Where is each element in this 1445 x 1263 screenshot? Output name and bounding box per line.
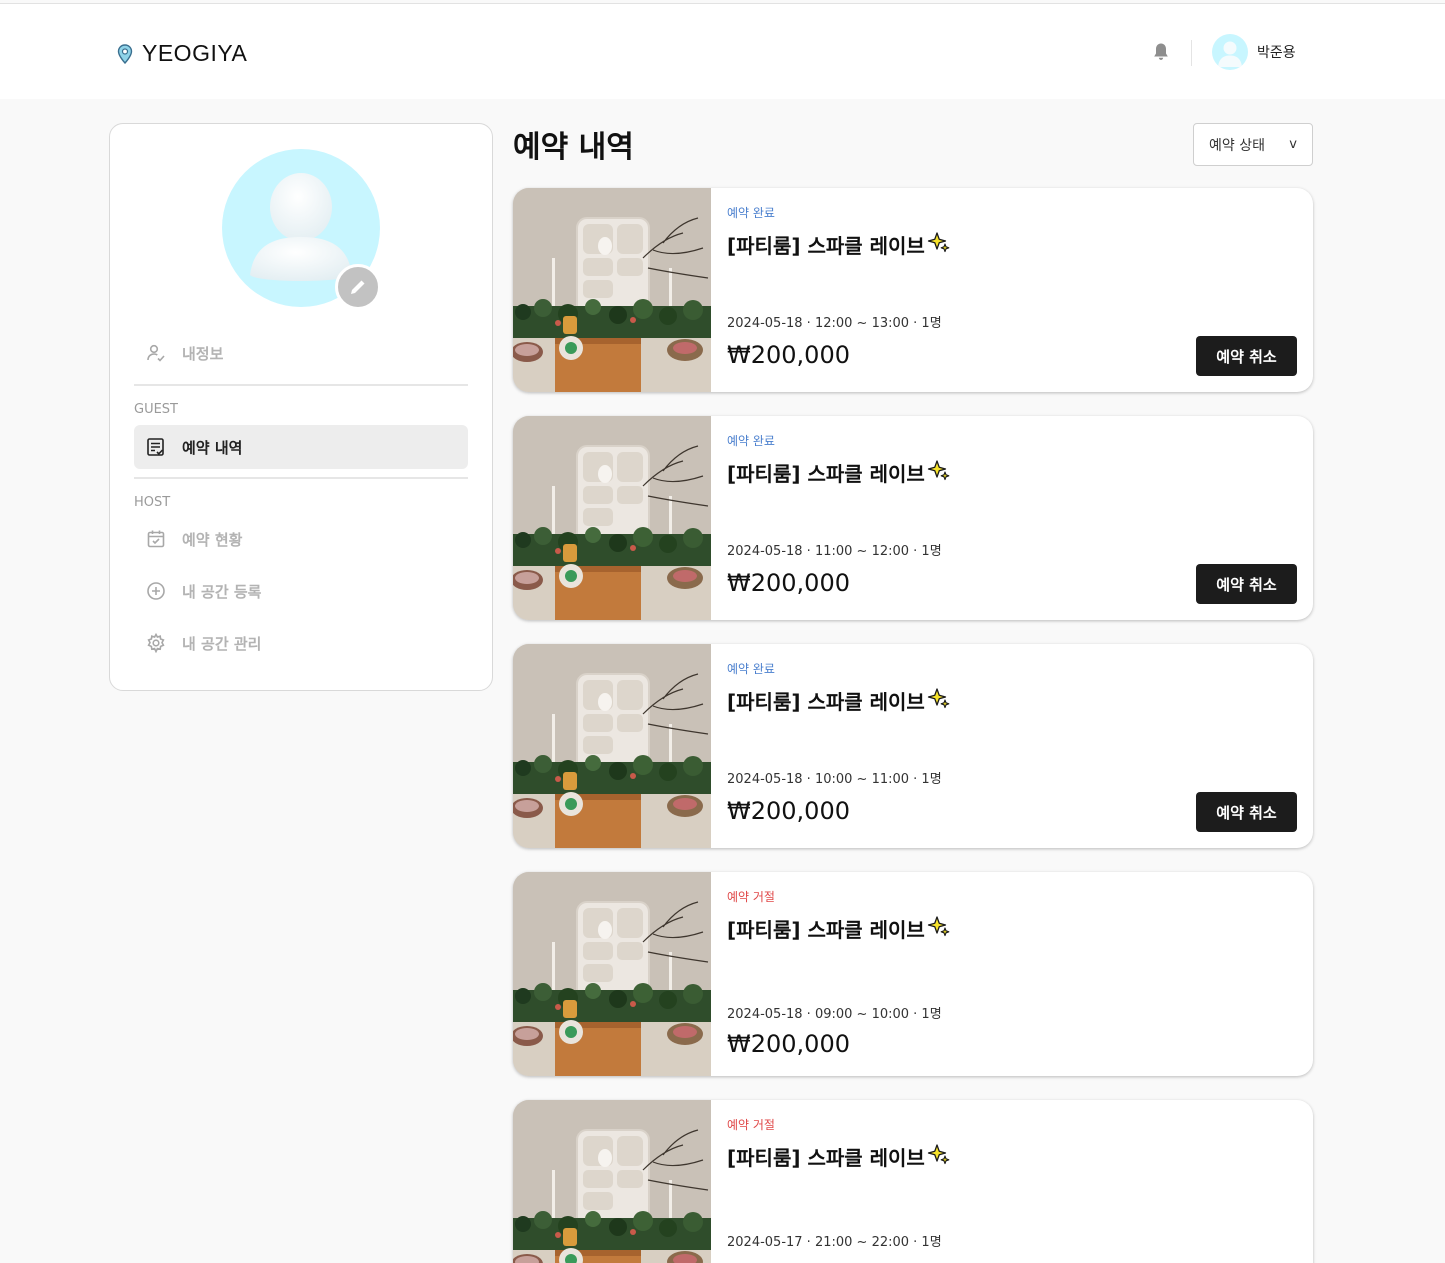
sparkle-icon: [927, 1142, 951, 1171]
calendar-check-icon: [146, 529, 166, 549]
logo[interactable]: YEOGIYA: [117, 40, 247, 67]
section-label-guest: GUEST: [134, 402, 178, 417]
space-thumbnail[interactable]: [513, 188, 711, 392]
user-name: 박준용: [1257, 45, 1296, 61]
edit-avatar-button[interactable]: [335, 264, 381, 310]
reservation-meta: 2024-05-18 · 09:00 ~ 10:00 · 1명: [727, 1007, 942, 1022]
space-title-text: [파티룸] 스파클 레이브: [727, 1146, 925, 1170]
reservation-status-filter[interactable]: 예약 상태 v: [1193, 123, 1313, 166]
sparkle-icon: [927, 230, 951, 259]
cancel-reservation-button[interactable]: 예약 취소: [1196, 564, 1297, 604]
avatar: [1212, 34, 1248, 70]
space-title[interactable]: [파티룸] 스파클 레이브: [727, 230, 951, 259]
page-title: 예약 내역: [513, 130, 634, 165]
reservation-meta: 2024-05-18 · 11:00 ~ 12:00 · 1명: [727, 544, 942, 559]
sidebar-item-reservations[interactable]: 예약 내역: [134, 425, 468, 469]
space-thumbnail[interactable]: [513, 644, 711, 848]
sparkle-icon: [927, 686, 951, 715]
sidebar-item-label: 내 공간 등록: [182, 582, 262, 601]
space-title[interactable]: [파티룸] 스파클 레이브: [727, 458, 951, 487]
reservation-meta: 2024-05-18 · 10:00 ~ 11:00 · 1명: [727, 772, 942, 787]
bell-icon[interactable]: [1152, 42, 1170, 62]
reservation-card[interactable]: 예약 거절 [파티룸] 스파클 레이브 2024-05-18 · 09:00 ~…: [513, 872, 1313, 1076]
space-title-text: [파티룸] 스파클 레이브: [727, 918, 925, 942]
gear-icon: [146, 633, 166, 653]
reservation-price: ₩200,000: [727, 569, 850, 597]
space-title[interactable]: [파티룸] 스파클 레이브: [727, 1142, 951, 1171]
reservation-meta: 2024-05-17 · 21:00 ~ 22:00 · 1명: [727, 1235, 942, 1250]
sparkle-icon: [927, 914, 951, 943]
reservation-card[interactable]: 예약 완료 [파티룸] 스파클 레이브 2024-05-18 · 10:00 ~…: [513, 644, 1313, 848]
sidebar-item-label: 내 공간 관리: [182, 634, 262, 653]
reservation-card[interactable]: 예약 거절 [파티룸] 스파클 레이브 2024-05-17 · 21:00 ~…: [513, 1100, 1313, 1263]
pencil-icon: [351, 280, 365, 294]
space-title-text: [파티룸] 스파클 레이브: [727, 234, 925, 258]
sidebar-divider: [134, 477, 468, 479]
cancel-reservation-button[interactable]: 예약 취소: [1196, 792, 1297, 832]
status-badge: 예약 완료: [727, 662, 775, 676]
sidebar-item-manage-space[interactable]: 내 공간 관리: [134, 621, 468, 665]
filter-label: 예약 상태: [1209, 137, 1265, 154]
user-menu[interactable]: 박준용: [1212, 34, 1296, 70]
space-thumbnail[interactable]: [513, 872, 711, 1076]
sidebar-item-reservation-status[interactable]: 예약 현황: [134, 517, 468, 561]
section-label-host: HOST: [134, 495, 171, 510]
status-badge: 예약 거절: [727, 1118, 775, 1132]
space-title-text: [파티룸] 스파클 레이브: [727, 690, 925, 714]
sparkle-icon: [927, 458, 951, 487]
sidebar-item-label: 예약 내역: [182, 438, 243, 457]
reservation-card[interactable]: 예약 완료 [파티룸] 스파클 레이브 2024-05-18 · 11:00 ~…: [513, 416, 1313, 620]
space-thumbnail[interactable]: [513, 416, 711, 620]
status-badge: 예약 거절: [727, 890, 775, 904]
reservation-price: ₩200,000: [727, 341, 850, 369]
reservation-card[interactable]: 예약 완료 [파티룸] 스파클 레이브 2024-05-18 · 12:00 ~…: [513, 188, 1313, 392]
sidebar-item-register-space[interactable]: 내 공간 등록: [134, 569, 468, 613]
sidebar-item-my-info[interactable]: 내정보: [134, 331, 468, 375]
user-check-icon: [146, 343, 166, 363]
space-thumbnail[interactable]: [513, 1100, 711, 1263]
sidebar-item-label: 내정보: [182, 344, 224, 363]
sidebar-item-label: 예약 현황: [182, 530, 243, 549]
location-pin-icon: [117, 43, 133, 64]
status-badge: 예약 완료: [727, 206, 775, 220]
chevron-down-icon: v: [1289, 137, 1297, 152]
logo-text: YEOGIYA: [142, 40, 248, 66]
plus-circle-icon: [146, 581, 166, 601]
reservation-price: ₩200,000: [727, 797, 850, 825]
header-divider: [1191, 40, 1192, 66]
user-silhouette-icon: [1218, 41, 1242, 67]
reservation-meta: 2024-05-18 · 12:00 ~ 13:00 · 1명: [727, 316, 942, 331]
cancel-reservation-button[interactable]: 예약 취소: [1196, 336, 1297, 376]
reservation-price: ₩200,000: [727, 1030, 850, 1058]
sidebar: 내정보 GUEST 예약 내역 HOST 예약 현황 내 공간 등록 내 공간 …: [109, 123, 493, 691]
list-check-icon: [146, 437, 166, 457]
top-header: YEOGIYA 박준용: [0, 4, 1445, 99]
space-title[interactable]: [파티룸] 스파클 레이브: [727, 914, 951, 943]
space-title[interactable]: [파티룸] 스파클 레이브: [727, 686, 951, 715]
status-badge: 예약 완료: [727, 434, 775, 448]
sidebar-divider: [134, 384, 468, 386]
space-title-text: [파티룸] 스파클 레이브: [727, 462, 925, 486]
